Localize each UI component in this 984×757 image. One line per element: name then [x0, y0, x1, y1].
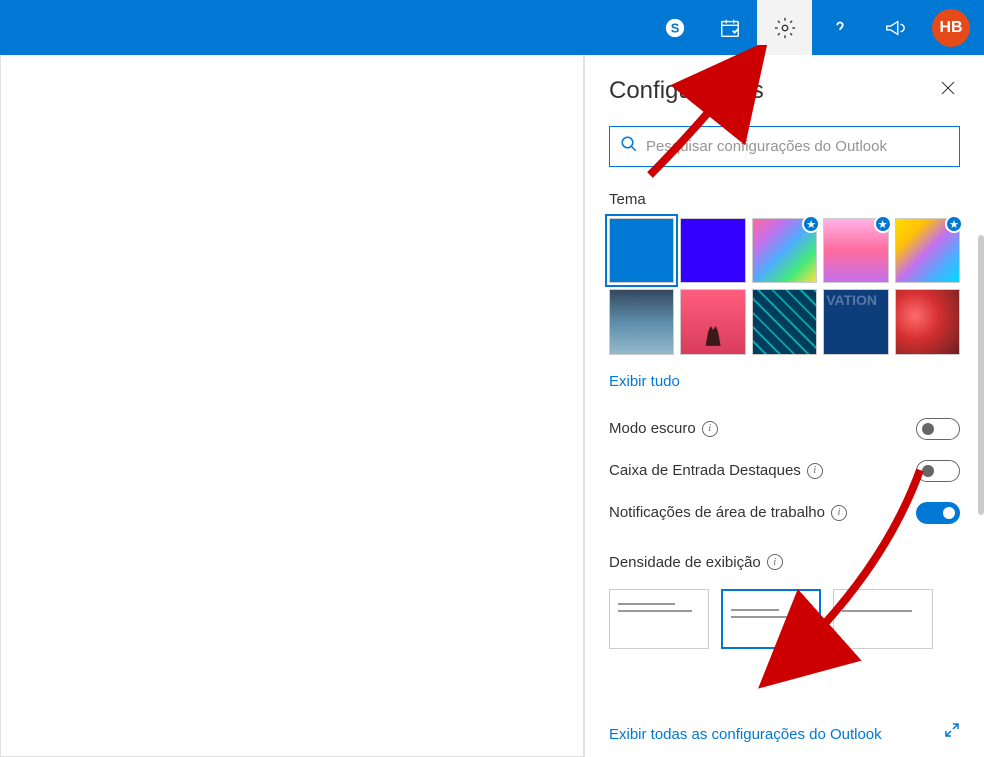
premium-badge-icon: ★ [945, 215, 963, 233]
dark-mode-toggle[interactable] [916, 418, 960, 440]
theme-option-rainbow[interactable]: ★ [752, 218, 817, 283]
density-option-full[interactable] [609, 589, 709, 649]
themes-grid: ★ ★ ★ [585, 218, 984, 355]
info-icon[interactable]: i [807, 463, 823, 479]
theme-option-blueprint[interactable] [823, 289, 888, 354]
calendar-icon[interactable] [702, 0, 757, 55]
user-avatar[interactable]: HB [932, 9, 970, 47]
premium-badge-icon: ★ [874, 215, 892, 233]
info-icon[interactable]: i [767, 554, 783, 570]
theme-option-mountains[interactable] [609, 289, 674, 354]
expand-icon[interactable] [944, 722, 960, 743]
svg-text:S: S [670, 20, 679, 35]
density-options [585, 581, 984, 657]
theme-option-circuit[interactable] [752, 289, 817, 354]
theme-section-label: Tema [585, 177, 984, 218]
theme-option-unicorn[interactable]: ★ [895, 218, 960, 283]
search-box[interactable] [609, 126, 960, 167]
theme-option-pink-waves[interactable]: ★ [823, 218, 888, 283]
desktop-notifications-label: Notificações de área de trabalho i [609, 504, 847, 521]
show-all-themes-link[interactable]: Exibir tudo [585, 355, 984, 408]
focused-inbox-label: Caixa de Entrada Destaques i [609, 462, 823, 479]
view-all-settings-link[interactable]: Exibir todas as configurações do Outlook [609, 726, 882, 743]
info-icon[interactable]: i [702, 421, 718, 437]
search-icon [620, 135, 638, 158]
display-density-label: Densidade de exibição [609, 554, 761, 571]
app-header: S HB [0, 0, 984, 55]
theme-option-darkblue[interactable] [680, 218, 745, 283]
settings-title: Configurações [609, 77, 764, 105]
theme-option-sunset-palm[interactable] [680, 289, 745, 354]
theme-option-red-bokeh[interactable] [895, 289, 960, 354]
skype-icon[interactable]: S [647, 0, 702, 55]
settings-panel: Configurações Tema ★ [584, 55, 984, 757]
density-option-compact[interactable] [833, 589, 933, 649]
megaphone-icon[interactable] [867, 0, 922, 55]
settings-icon[interactable] [757, 0, 812, 55]
info-icon[interactable]: i [831, 505, 847, 521]
search-input[interactable] [646, 138, 949, 155]
focused-inbox-toggle[interactable] [916, 460, 960, 482]
help-icon[interactable] [812, 0, 867, 55]
desktop-notifications-toggle[interactable] [916, 502, 960, 524]
density-option-medium[interactable] [721, 589, 821, 649]
dark-mode-label: Modo escuro i [609, 420, 718, 437]
scrollbar[interactable] [978, 235, 984, 515]
premium-badge-icon: ★ [802, 215, 820, 233]
main-content-area [0, 55, 584, 757]
close-button[interactable] [936, 75, 960, 106]
theme-option-blue[interactable] [609, 218, 674, 283]
